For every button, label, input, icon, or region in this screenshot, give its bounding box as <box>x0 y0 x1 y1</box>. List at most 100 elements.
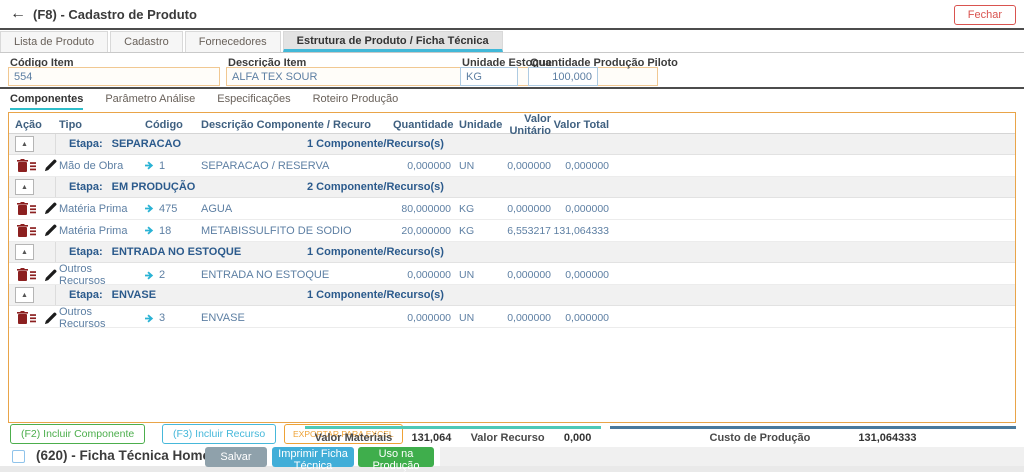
detail-tabbar: Componentes Parâmetro Análise Especifica… <box>10 93 398 110</box>
col-quantidade: Quantidade <box>393 119 454 131</box>
valor-materiais-label: Valor Materiais <box>314 432 393 444</box>
collapse-group-icon[interactable]: ▲ <box>15 244 34 260</box>
col-valor-total: Valor Total <box>553 119 609 131</box>
tab-lista-de-produto[interactable]: Lista de Produto <box>0 31 109 52</box>
tab-estrutura-ficha-tecnica[interactable]: Estrutura de Produto / Ficha Técnica <box>282 31 503 52</box>
etapa-label: Etapa: ENTRADA NO ESTOQUE <box>69 246 241 258</box>
etapa-prefix: Etapa: <box>69 246 103 258</box>
tab-fornecedores[interactable]: Fornecedores <box>184 31 281 52</box>
subtab-especificacoes[interactable]: Especificações <box>217 93 290 110</box>
row-unidade: KG <box>459 202 475 215</box>
row-tipo: Matéria Prima <box>59 224 128 237</box>
column-divider <box>55 285 56 305</box>
row-unidade: UN <box>459 312 475 324</box>
row-quantidade: 20,000000 <box>401 224 451 237</box>
row-codigo: 2 <box>159 269 166 281</box>
item-form: Código Item Descrição Item Unidade Estoq… <box>0 54 1024 89</box>
row-codigo: 475 <box>159 202 178 215</box>
row-tipo: Mão de Obra <box>59 159 124 172</box>
custo-producao-label: Custo de Produção <box>709 432 811 444</box>
row-tipo: Outros Recursos <box>59 263 106 287</box>
row-tipo: Outros Recursos <box>59 306 106 330</box>
subtab-componentes[interactable]: Componentes <box>10 93 84 110</box>
table-row: Matéria Prima 18 METABISSULFITO DE SODIO… <box>9 220 1015 242</box>
delete-row-icon[interactable] <box>17 201 37 216</box>
salvar-button[interactable]: Salvar <box>205 447 267 467</box>
row-descricao: SEPARACAO / RESERVA <box>201 159 330 172</box>
group-row-em-producao: ▲ Etapa: EM PRODUÇÃO 2 Componente/Recurso… <box>9 177 1015 198</box>
column-divider <box>55 134 56 154</box>
quantidade-producao-piloto-field[interactable] <box>528 67 598 86</box>
column-divider <box>55 242 56 262</box>
materials-totals: Valor Materiais 131,064 Valor Recurso 0,… <box>305 426 601 444</box>
collapse-group-icon[interactable]: ▲ <box>15 287 34 303</box>
codigo-item-field[interactable] <box>8 67 220 86</box>
code-arrow-icon <box>145 271 154 279</box>
etapa-prefix: Etapa: <box>69 181 103 193</box>
incluir-recurso-button[interactable]: (F3) Incluir Recurso <box>162 424 277 444</box>
close-button[interactable]: Fechar <box>953 5 1016 25</box>
code-arrow-icon <box>145 161 154 170</box>
delete-row-icon[interactable] <box>17 268 37 282</box>
table-row: Outros Recursos 2 ENTRADA NO ESTOQUE 0,0… <box>9 263 1015 287</box>
etapa-label: Etapa: EM PRODUÇÃO <box>69 181 195 193</box>
group-row-envase: ▲ Etapa: ENVASE 1 Componente/Recurso(s) <box>9 285 1015 306</box>
imprimir-ficha-tecnica-button[interactable]: Imprimir Ficha Técnica <box>272 447 354 472</box>
etapa-label: Etapa: ENVASE <box>69 289 156 301</box>
row-valor-total: 0,000000 <box>565 202 609 215</box>
subtab-parametro-analise[interactable]: Parâmetro Análise <box>105 93 195 110</box>
group-count: 2 Componente/Recurso(s) <box>307 181 444 193</box>
collapse-group-icon[interactable]: ▲ <box>15 136 34 152</box>
table-header-row: Ação Tipo Código Descrição Componente / … <box>9 113 1015 137</box>
column-divider <box>55 177 56 197</box>
code-arrow-icon <box>145 314 154 322</box>
collapse-group-icon[interactable]: ▲ <box>15 179 34 195</box>
etapa-name: ENTRADA NO ESTOQUE <box>111 246 242 258</box>
row-valor-unitario: 6,553217 <box>507 224 551 237</box>
incluir-componente-button[interactable]: (F2) Incluir Componente <box>10 424 146 444</box>
row-quantidade: 0,000000 <box>407 269 451 281</box>
col-unidade: Unidade <box>459 119 503 131</box>
page-title-text: (F8) - Cadastro de Produto <box>33 6 197 22</box>
main-tabbar: Lista de Produto Cadastro Fornecedores E… <box>0 31 1024 53</box>
group-count: 1 Componente/Recurso(s) <box>307 138 444 150</box>
table-row: Matéria Prima 475 AGUA 80,000000 KG 0,00… <box>9 198 1015 220</box>
back-arrow-icon[interactable]: ← <box>10 6 26 22</box>
col-acao: Ação <box>15 119 42 131</box>
delete-row-icon[interactable] <box>17 311 37 325</box>
bottom-strip <box>0 466 1024 472</box>
cost-totals: Custo de Produção 131,064333 <box>610 426 1016 444</box>
row-codigo: 3 <box>159 312 166 324</box>
etapa-name: SEPARACAO <box>111 138 182 150</box>
group-count: 1 Componente/Recurso(s) <box>307 246 444 258</box>
row-quantidade: 0,000000 <box>407 159 451 172</box>
etapa-prefix: Etapa: <box>69 138 103 150</box>
code-arrow-icon <box>145 204 154 213</box>
delete-row-icon[interactable] <box>17 223 37 238</box>
row-descricao: ENVASE <box>201 312 245 324</box>
row-quantidade: 80,000000 <box>401 202 451 215</box>
col-tipo: Tipo <box>59 119 83 131</box>
row-valor-unitario: 0,000000 <box>507 159 551 172</box>
row-codigo: 1 <box>159 159 166 172</box>
code-arrow-icon <box>145 226 154 235</box>
row-valor-unitario: 0,000000 <box>507 202 551 215</box>
subtab-roteiro-producao[interactable]: Roteiro Produção <box>313 93 399 110</box>
tab-cadastro[interactable]: Cadastro <box>110 31 183 52</box>
delete-row-icon[interactable] <box>17 158 37 173</box>
uso-na-producao-button[interactable]: Uso na Produção <box>358 447 434 472</box>
row-unidade: UN <box>459 269 475 281</box>
table-row: Mão de Obra 1 SEPARACAO / RESERVA 0,0000… <box>9 155 1015 177</box>
components-table: Ação Tipo Código Descrição Componente / … <box>8 112 1016 423</box>
homologada-checkbox[interactable] <box>12 450 25 463</box>
row-unidade: KG <box>459 224 475 237</box>
col-codigo: Código <box>145 119 183 131</box>
row-descricao: ENTRADA NO ESTOQUE <box>201 269 330 281</box>
etapa-prefix: Etapa: <box>69 289 103 301</box>
unidade-estoque-field[interactable] <box>460 67 518 86</box>
row-valor-unitario: 0,000000 <box>507 312 551 324</box>
etapa-name: ENVASE <box>111 289 157 301</box>
row-valor-total: 0,000000 <box>565 312 609 324</box>
table-row: Outros Recursos 3 ENVASE 0,000000 UN 0,0… <box>9 306 1015 330</box>
row-tipo: Matéria Prima <box>59 202 128 215</box>
